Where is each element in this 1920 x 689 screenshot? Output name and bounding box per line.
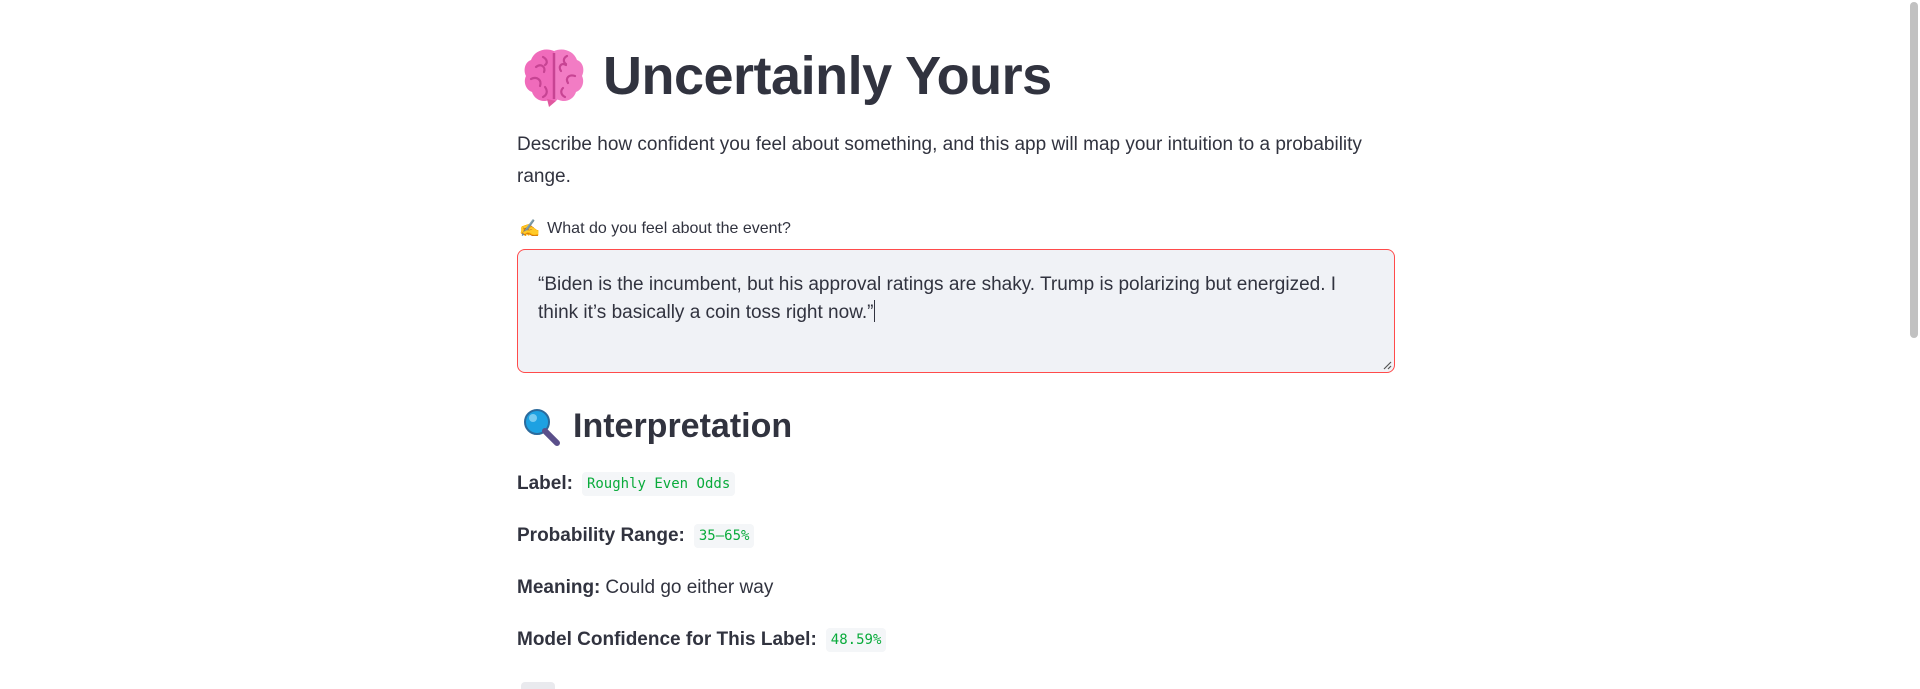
result-meaning-row: Meaning: Could go either way <box>517 573 773 603</box>
result-range-value: 35–65% <box>693 524 755 548</box>
result-range-key: Probability Range: <box>517 525 685 546</box>
section-title: Interpretation <box>573 406 793 445</box>
app-description: Describe how confident you feel about so… <box>517 134 1362 187</box>
magnifying-glass-icon <box>524 409 560 446</box>
result-meaning-value: Could go either way <box>605 577 774 598</box>
brain-icon <box>524 49 584 107</box>
result-confidence-value: 48.59% <box>825 628 887 652</box>
app-title: Uncertainly Yours <box>603 46 1052 106</box>
result-range-row: Probability Range: 35–65% <box>517 521 755 551</box>
page-title: Uncertainly Yours <box>517 40 1052 112</box>
scrollbar[interactable] <box>1906 0 1920 689</box>
result-label-row: Label: Roughly Even Odds <box>517 469 736 499</box>
interpretation-heading: Interpretation <box>517 404 792 448</box>
result-meaning-key: Meaning: <box>517 577 601 598</box>
app-page: Uncertainly Yours Describe how confident… <box>0 0 1920 689</box>
result-confidence-key: Model Confidence for This Label: <box>517 629 817 650</box>
event-feeling-textarea[interactable]: “Biden is the incumbent, but his approva… <box>517 249 1395 373</box>
result-label-value: Roughly Even Odds <box>581 472 736 496</box>
input-label: ✍️ What do you feel about the event? <box>517 217 791 241</box>
scrollbar-thumb[interactable] <box>1910 2 1918 338</box>
result-confidence-row: Model Confidence for This Label: 48.59% <box>517 625 887 655</box>
text-caret <box>874 300 876 322</box>
resize-handle-icon[interactable] <box>1382 360 1392 370</box>
result-label-key: Label: <box>517 473 573 494</box>
input-label-text: What do you feel about the event? <box>547 220 791 237</box>
next-section-icon <box>521 682 555 689</box>
textarea-content: “Biden is the incumbent, but his approva… <box>538 274 1337 323</box>
textarea-value[interactable]: “Biden is the incumbent, but his approva… <box>538 271 1348 327</box>
writing-hand-icon: ✍️ <box>519 219 541 238</box>
